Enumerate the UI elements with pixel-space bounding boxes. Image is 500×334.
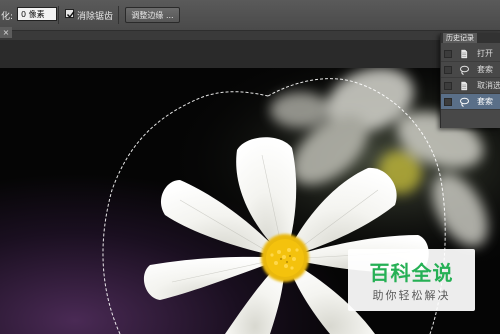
divider (118, 6, 119, 24)
document-tab-strip (0, 31, 500, 40)
document-icon (460, 81, 468, 91)
document-tab-close-button[interactable]: × (0, 27, 12, 38)
refine-edge-button[interactable]: 调整边缘 ... (125, 7, 180, 23)
canvas-gutter (0, 40, 500, 68)
snapshot-toggle[interactable] (444, 98, 452, 106)
feather-label: 化: (1, 12, 14, 22)
snapshot-toggle[interactable] (444, 82, 452, 90)
history-panel: 历史记录 打开 套索 取消选 套索 (440, 33, 500, 128)
history-item-lasso-active[interactable]: 套索 (441, 94, 500, 110)
snapshot-toggle[interactable] (444, 50, 452, 58)
history-item-lasso[interactable]: 套索 (441, 62, 500, 78)
history-panel-tab[interactable]: 历史记录 (443, 33, 477, 43)
lasso-icon (460, 97, 469, 107)
watermark-badge: 百科全说 助你轻松解决 (348, 249, 475, 311)
history-panel-header: 历史记录 (441, 33, 500, 43)
antialias-checkbox[interactable] (65, 9, 75, 19)
watermark-title: 百科全说 (369, 261, 454, 285)
snapshot-toggle[interactable] (444, 66, 452, 74)
history-item-deselect[interactable]: 取消选 (441, 78, 500, 94)
history-item-label: 套索 (477, 97, 493, 106)
history-item-label: 打开 (477, 49, 493, 58)
checkmark-icon (66, 11, 75, 19)
feather-input[interactable]: 0 像素 (17, 7, 57, 21)
watermark-subtitle: 助你轻松解决 (372, 289, 451, 302)
history-item-label: 取消选 (477, 81, 500, 90)
lasso-icon (460, 65, 469, 75)
history-item-open[interactable]: 打开 (441, 46, 500, 62)
antialias-label: 消除锯齿 (77, 12, 114, 22)
divider (58, 6, 59, 24)
history-item-label: 套索 (477, 65, 493, 74)
options-bar: 化: 0 像素 消除锯齿 调整边缘 ... (0, 0, 500, 31)
document-icon (460, 49, 468, 59)
